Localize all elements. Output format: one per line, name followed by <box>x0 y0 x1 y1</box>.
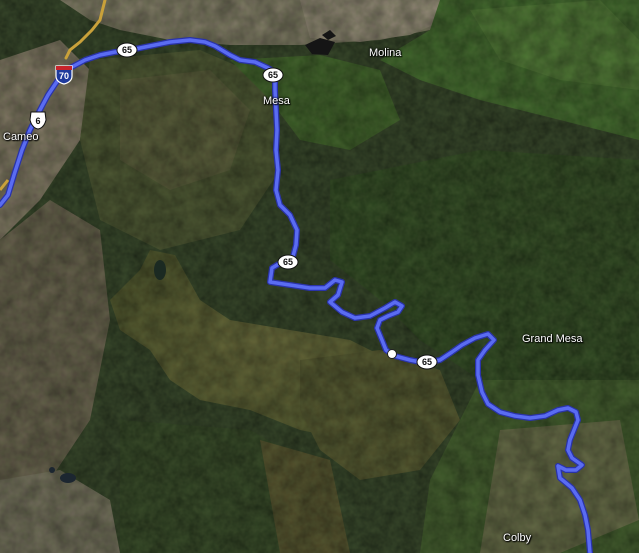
state-route-65-shield-icon: 65 <box>262 67 284 83</box>
state-route-65-shield-icon: 65 <box>116 42 138 58</box>
svg-text:65: 65 <box>268 70 278 80</box>
lake <box>49 467 55 473</box>
map-view[interactable]: 70 6 65 65 65 65 Cameo Mesa Molina Grand… <box>0 0 639 553</box>
svg-text:70: 70 <box>59 71 69 81</box>
interstate-70-shield-icon: 70 <box>55 65 73 85</box>
place-label-molina: Molina <box>369 47 402 59</box>
satellite-imagery: 70 6 65 65 65 65 <box>0 0 639 553</box>
place-label-cameo: Cameo <box>3 131 39 143</box>
waypoint-marker[interactable] <box>387 349 397 359</box>
lake <box>60 473 76 483</box>
place-label-colby: Colby <box>503 532 532 544</box>
svg-text:65: 65 <box>122 45 132 55</box>
svg-text:65: 65 <box>422 357 432 367</box>
svg-text:6: 6 <box>35 116 40 126</box>
lake <box>154 260 166 280</box>
state-route-65-shield-icon: 65 <box>416 354 438 370</box>
place-label-mesa: Mesa <box>263 95 290 107</box>
svg-text:65: 65 <box>283 257 293 267</box>
state-route-65-shield-icon: 65 <box>277 254 299 270</box>
place-label-grand-mesa: Grand Mesa <box>522 333 583 345</box>
